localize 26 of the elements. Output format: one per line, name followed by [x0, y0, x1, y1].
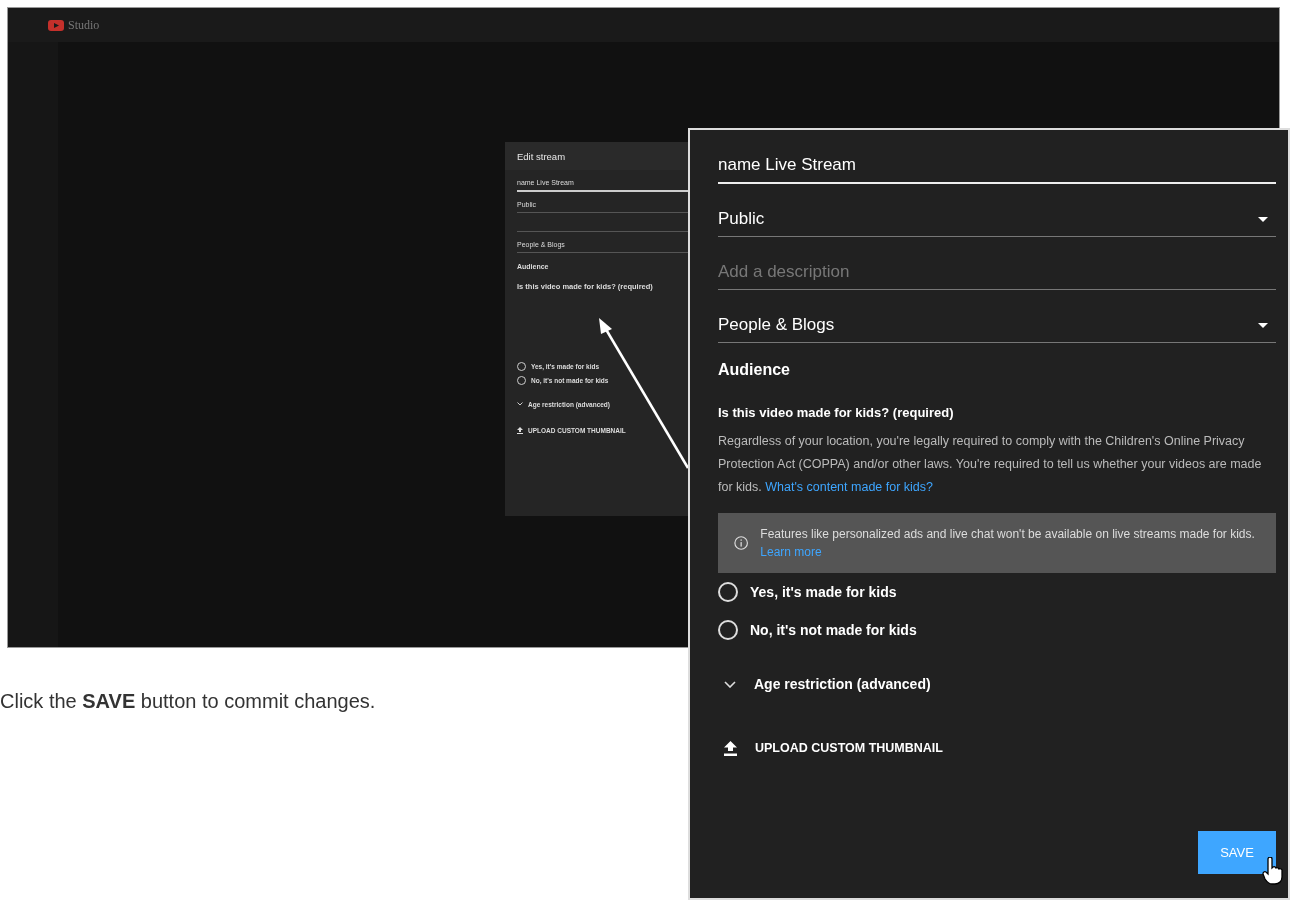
info-icon [734, 535, 749, 551]
logo-text: Studio [68, 17, 100, 33]
chevron-down-icon [517, 402, 523, 406]
radio-button[interactable] [718, 582, 738, 602]
radio-label: Yes, it's made for kids [750, 584, 897, 600]
radio-button[interactable] [718, 620, 738, 640]
hand-cursor-icon [1262, 857, 1284, 885]
audience-heading: Audience [718, 361, 791, 379]
radio-label: No, it's not made for kids [750, 622, 917, 638]
logo-icon [48, 19, 64, 31]
description-field[interactable]: Add a description [718, 255, 1276, 290]
category-dropdown[interactable]: People & Blogs [718, 308, 1276, 343]
chevron-down-icon [724, 680, 736, 688]
upload-thumbnail-button[interactable]: UPLOAD CUSTOM THUMBNAIL [755, 741, 943, 755]
content-for-kids-link[interactable]: What's content made for kids? [765, 480, 933, 494]
dropdown-caret-icon [1258, 216, 1268, 222]
visibility-dropdown[interactable]: Public [718, 202, 1276, 237]
title-field[interactable]: name Live Stream [718, 148, 1276, 184]
upload-icon [724, 740, 737, 756]
age-restriction-toggle[interactable]: Age restriction (advanced) [754, 676, 931, 692]
caption-text: Click the SAVE button to commit changes. [0, 690, 377, 713]
upload-icon [517, 426, 523, 434]
dropdown-caret-icon [1258, 322, 1268, 328]
coppa-paragraph: Regardless of your location, you're legally required to comply with the Children's Online Privacy Protection Act (COPPA) and/or other laws. You're required to tell us whether your videos are made for kids. What's content made for kids? [718, 433, 1263, 496]
notice-text: Features like personalized ads and live chat won't be available on live streams made for kids. Learn more [760, 526, 1256, 561]
question-text: Is this video made for kids? (required) [718, 405, 955, 420]
